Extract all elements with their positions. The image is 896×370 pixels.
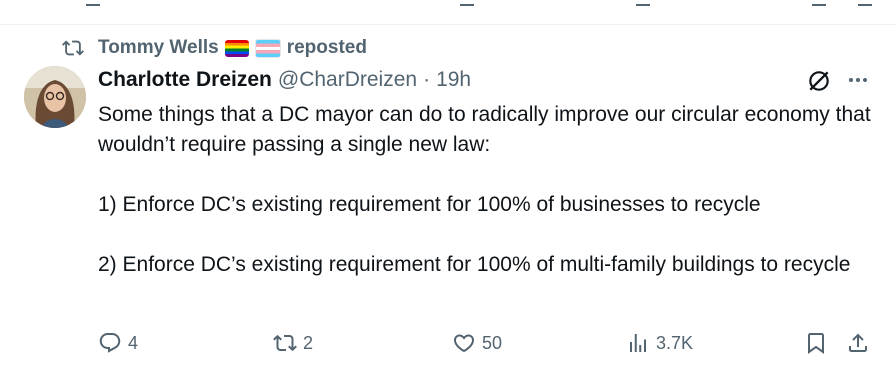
repost-count: 2 — [303, 332, 314, 353]
repost-context[interactable]: Tommy Wells reposted — [62, 36, 367, 60]
repost-icon — [62, 40, 84, 56]
action-bar: 4 2 50 3.7K — [98, 328, 878, 358]
bookmark-icon — [808, 333, 824, 354]
previous-post-icon-fragment — [86, 0, 100, 6]
repost-icon — [273, 334, 297, 352]
previous-post-divider — [0, 0, 896, 25]
tweet-paragraph: 1) Enforce DC’s existing requirement for… — [98, 193, 761, 216]
share-button[interactable] — [846, 328, 876, 358]
separator-dot: · — [423, 68, 431, 91]
author-name[interactable]: Charlotte Dreizen — [98, 68, 272, 92]
reply-icon — [99, 333, 121, 353]
tweet-text: Some things that a DC mayor can do to ra… — [98, 100, 878, 280]
like-button[interactable]: 50 — [452, 328, 502, 358]
like-count: 50 — [482, 332, 503, 353]
repost-label: reposted — [286, 37, 367, 58]
previous-post-icon-fragment — [460, 0, 474, 6]
tweet-paragraph: 2) Enforce DC’s existing requirement for… — [98, 253, 851, 276]
avatar-photo — [24, 66, 86, 128]
heart-icon — [453, 334, 475, 353]
repost-button[interactable]: 2 — [273, 328, 313, 358]
reply-button[interactable]: 4 — [98, 328, 138, 358]
tweet-paragraph: Some things that a DC mayor can do to ra… — [98, 103, 871, 156]
tweet-header: Charlotte Dreizen @CharDreizen · 19h — [98, 66, 471, 94]
previous-post-icon-fragment — [858, 0, 872, 6]
share-icon — [849, 333, 867, 352]
view-count: 3.7K — [656, 332, 694, 353]
more-icon[interactable] — [846, 70, 870, 90]
previous-post-icon-fragment — [636, 0, 650, 6]
transgender-flag-icon — [254, 38, 281, 58]
views-icon — [630, 334, 646, 352]
previous-post-icon-fragment — [812, 0, 826, 6]
views-button[interactable]: 3.7K — [626, 328, 693, 358]
rainbow-flag-icon — [224, 39, 249, 57]
avatar[interactable] — [24, 66, 86, 128]
author-handle[interactable]: @CharDreizen — [278, 68, 417, 92]
grok-icon[interactable] — [806, 68, 832, 94]
bookmark-button[interactable] — [804, 328, 834, 358]
repost-user-name[interactable]: Tommy Wells — [98, 37, 219, 59]
timestamp[interactable]: 19h — [436, 68, 471, 92]
reply-count: 4 — [128, 332, 139, 353]
